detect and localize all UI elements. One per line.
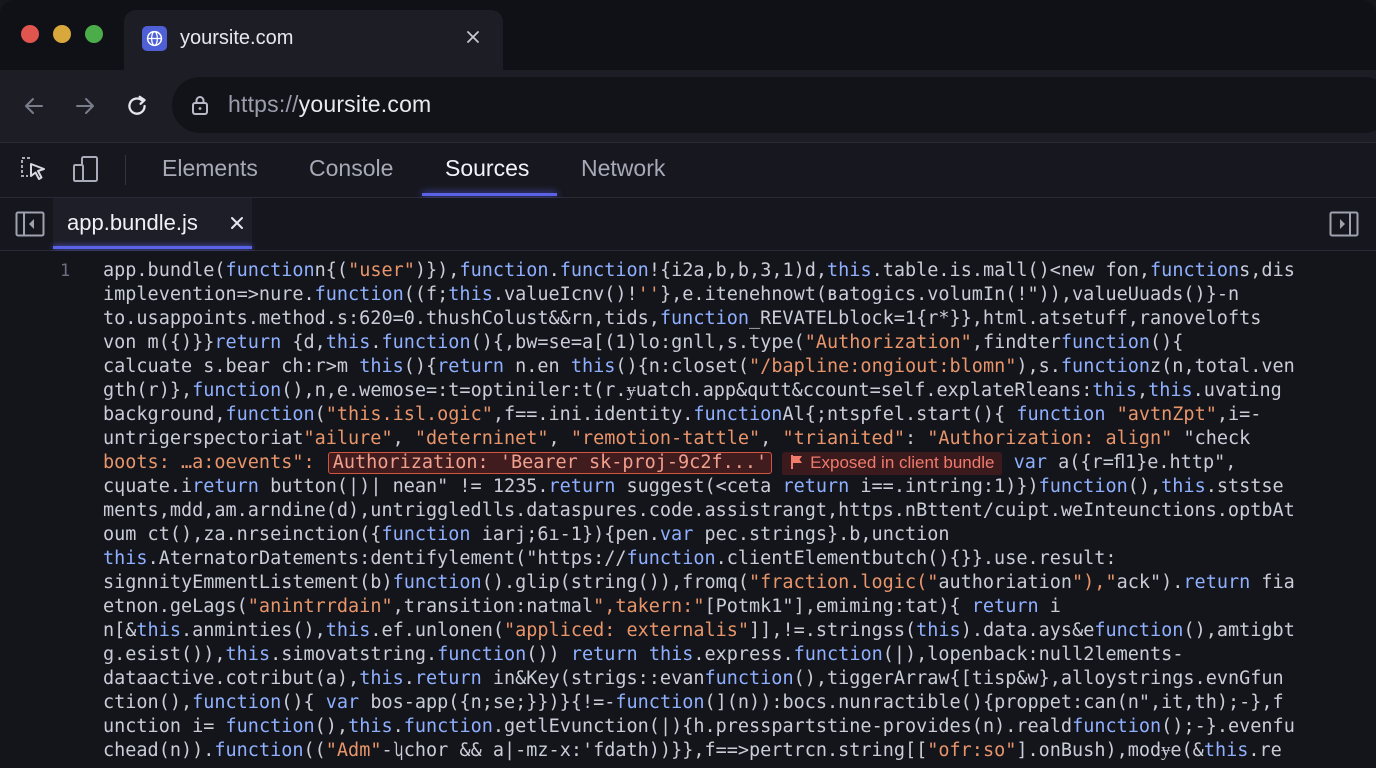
- warning-text: Exposed in client bundle: [810, 453, 995, 472]
- code-prefix: boots: …a:oevents":: [103, 452, 326, 473]
- active-tab-indicator: [422, 193, 557, 196]
- file-tab-label: app.bundle.js: [67, 210, 198, 235]
- code-line: untrigerspectoriat"ailure", "deterninet"…: [103, 428, 1251, 449]
- back-arrow-icon[interactable]: [16, 88, 52, 124]
- close-file-icon[interactable]: [225, 211, 249, 235]
- code-line: cɥuate.ireturn button(|)| nean" != 1235.…: [103, 476, 1284, 497]
- close-tab-icon[interactable]: [459, 23, 487, 51]
- active-file-indicator: [53, 246, 252, 249]
- exposed-warning-badge: Exposed in client bundle: [782, 452, 1003, 475]
- code-line: ments,mdd,am.arndine(d),untriggledlls.da…: [103, 500, 1295, 521]
- code-line: background,function("this.isl.ogic",f==.…: [103, 404, 1262, 425]
- exposed-secret-token[interactable]: Authorization: 'Bearer sk-proj-9c2f...': [327, 452, 773, 474]
- code-line: this.AternatorDatements:dentifylement("h…: [103, 548, 1117, 569]
- code-line: gth(r)},function(),n,e.wemose=:t=optinil…: [103, 380, 1282, 401]
- code-suffix: var a({r=ﬂ1}e.http",: [1013, 452, 1237, 473]
- navigation-toolbar: https://yoursite.com: [0, 70, 1376, 143]
- code-line: unction i= function(),this.function.getl…: [103, 716, 1295, 737]
- forward-arrow-icon[interactable]: [67, 88, 103, 124]
- reload-icon[interactable]: [119, 88, 155, 124]
- url-host: yoursite.com: [298, 91, 432, 117]
- file-tab-app-bundle[interactable]: app.bundle.js: [53, 198, 252, 248]
- line-number: 1: [60, 261, 71, 281]
- flag-icon: [790, 454, 804, 475]
- devtools-tabbar: Elements Console Sources Network: [0, 143, 1376, 198]
- lock-icon: [190, 94, 210, 121]
- inspect-element-icon[interactable]: [17, 153, 49, 185]
- code-line: etnon.geLags("anintrrdain",transition:na…: [103, 596, 1061, 617]
- device-toolbar-icon[interactable]: [70, 153, 102, 185]
- code-editor[interactable]: 1 app.bundle(functionn{("user")}),functi…: [0, 251, 1376, 768]
- code-line: to.usappoints.method.s:620=0.thushColust…: [103, 308, 1262, 329]
- code-line: n[&this.anminties(),this.ef.unlonen("app…: [103, 620, 1295, 641]
- minimize-window-button[interactable]: [53, 25, 71, 43]
- code-line: von m({)}}return {d,this.function(){,bw=…: [103, 332, 1184, 353]
- toolbar-divider: [125, 155, 126, 185]
- code-content: app.bundle(functionn{("user")}),function…: [103, 259, 1363, 763]
- code-line: implevention=>nure.function((f;this.valu…: [103, 284, 1240, 305]
- maximize-window-button[interactable]: [85, 25, 103, 43]
- toggle-navigator-icon[interactable]: [15, 209, 45, 239]
- code-line: ction(),function(){ var bos-app({n;se;}}…: [103, 692, 1284, 713]
- tab-sources[interactable]: Sources: [445, 155, 529, 182]
- close-window-button[interactable]: [21, 25, 39, 43]
- highlighted-code-line: boots: …a:oevents": Authorization: 'Bear…: [103, 451, 1363, 475]
- code-line: signnityEmmentListement(b)function().gli…: [103, 572, 1295, 593]
- url-text: https://yoursite.com: [228, 91, 431, 118]
- code-line: calcuate s.bear ch:r>m this(){return n.e…: [103, 356, 1295, 377]
- code-line: oum ct(),za.nrseinction({function iarj;6…: [103, 524, 950, 545]
- tab-elements[interactable]: Elements: [162, 155, 258, 182]
- code-line: chead(n)).function(("Adm"-ʮchor && a|-mz…: [103, 740, 1282, 761]
- tab-network[interactable]: Network: [581, 155, 665, 182]
- address-bar[interactable]: https://yoursite.com: [172, 77, 1376, 133]
- code-line: g.esist()),this.simovatstring.function()…: [103, 644, 1184, 665]
- url-scheme: https://: [228, 91, 299, 117]
- tab-strip: yoursite.com: [0, 0, 1376, 70]
- browser-tab[interactable]: yoursite.com: [124, 10, 503, 70]
- tab-console[interactable]: Console: [309, 155, 393, 182]
- globe-icon: [142, 26, 167, 51]
- code-line: dataactive.cotribut(a),this.return in&Ke…: [103, 668, 1284, 689]
- tab-title: yoursite.com: [180, 27, 294, 49]
- sources-file-tabbar: app.bundle.js: [0, 198, 1376, 251]
- toggle-debugger-icon[interactable]: [1329, 209, 1359, 239]
- browser-window: yoursite.com https://yoursite.com Elemen…: [0, 0, 1376, 768]
- code-line: app.bundle(functionn{("user")}),function…: [103, 260, 1295, 281]
